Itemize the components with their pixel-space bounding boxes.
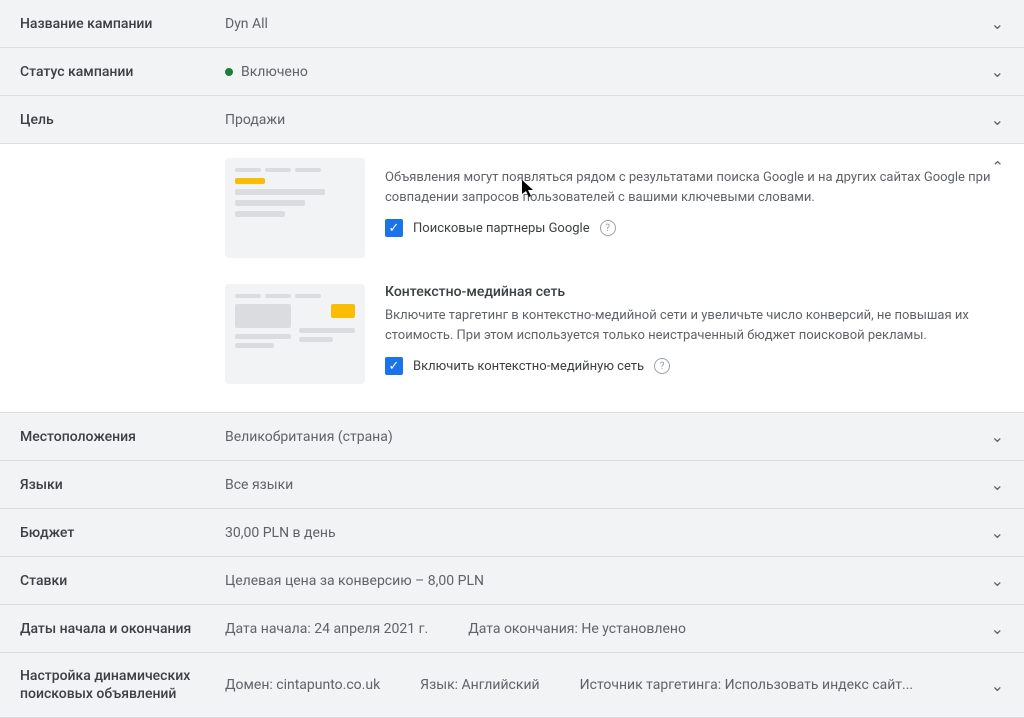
label-bidding: Ставки — [20, 573, 225, 589]
checkbox-display-network[interactable]: ✓ — [385, 357, 403, 375]
network-display-block: Контекстно-медийная сеть Включите таргет… — [20, 258, 1004, 384]
chevron-down-icon: ⌄ — [991, 523, 1004, 542]
label-campaign-name: Название кампании — [20, 16, 225, 32]
section-networks: ⌃ Объявления могут появляться рядом с ре… — [0, 144, 1024, 413]
network-search-block: Объявления могут появляться рядом с резу… — [20, 144, 1004, 258]
row-campaign-status[interactable]: Статус кампании Включено ⌄ — [0, 48, 1024, 96]
help-icon[interactable]: ? — [600, 220, 616, 236]
label-locations: Местоположения — [20, 429, 225, 445]
chevron-down-icon: ⌄ — [991, 676, 1004, 695]
display-network-title: Контекстно-медийная сеть — [385, 284, 1004, 300]
start-date: Дата начала: 24 апреля 2021 г. — [225, 621, 428, 637]
chevron-down-icon: ⌄ — [991, 475, 1004, 494]
row-dates[interactable]: Даты начала и окончания Дата начала: 24 … — [0, 605, 1024, 653]
chevron-down-icon: ⌄ — [991, 62, 1004, 81]
end-date: Дата окончания: Не установлено — [468, 621, 686, 637]
dsa-targeting-source: Источник таргетинга: Использовать индекс… — [580, 677, 913, 693]
value-budget: 30,00 PLN в день — [225, 525, 991, 541]
label-campaign-status: Статус кампании — [20, 64, 225, 80]
chevron-down-icon: ⌄ — [991, 427, 1004, 446]
row-languages[interactable]: Языки Все языки ⌄ — [0, 461, 1024, 509]
search-network-title — [385, 158, 1004, 162]
row-bidding[interactable]: Ставки Целевая цена за конверсию – 8,00 … — [0, 557, 1024, 605]
label-networks — [20, 158, 225, 164]
search-network-description: Объявления могут появляться рядом с резу… — [385, 168, 1004, 207]
label-dsa: Настройка динамических поисковых объявле… — [20, 667, 225, 703]
chevron-down-icon: ⌄ — [991, 571, 1004, 590]
chevron-down-icon: ⌄ — [991, 14, 1004, 33]
dsa-language: Язык: Английский — [420, 677, 539, 693]
value-campaign-status: Включено — [225, 64, 991, 80]
checkbox-search-partners-label: Поисковые партнеры Google — [413, 221, 590, 236]
value-bidding: Целевая цена за конверсию – 8,00 PLN — [225, 573, 991, 589]
chevron-up-icon[interactable]: ⌃ — [991, 158, 1004, 176]
checkbox-search-partners[interactable]: ✓ — [385, 219, 403, 237]
chevron-down-icon: ⌄ — [991, 619, 1004, 638]
value-locations: Великобритания (страна) — [225, 429, 991, 445]
label-budget: Бюджет — [20, 525, 225, 541]
search-network-thumbnail — [225, 158, 365, 258]
checkbox-display-network-label: Включить контекстно-медийную сеть — [413, 359, 644, 374]
chevron-down-icon: ⌄ — [991, 110, 1004, 129]
value-languages: Все языки — [225, 477, 991, 493]
value-dsa: Домен: cintapunto.co.uk Язык: Английский… — [225, 677, 991, 693]
row-goal[interactable]: Цель Продажи ⌄ — [0, 96, 1024, 144]
dsa-domain: Домен: cintapunto.co.uk — [225, 677, 380, 693]
label-languages: Языки — [20, 477, 225, 493]
row-budget[interactable]: Бюджет 30,00 PLN в день ⌄ — [0, 509, 1024, 557]
row-campaign-name[interactable]: Название кампании Dyn All ⌄ — [0, 0, 1024, 48]
label-goal: Цель — [20, 112, 225, 128]
status-enabled-dot — [225, 68, 233, 76]
display-network-description: Включите таргетинг в контекстно-медийной… — [385, 306, 1004, 345]
display-network-thumbnail — [225, 284, 365, 384]
row-dsa-settings[interactable]: Настройка динамических поисковых объявле… — [0, 653, 1024, 718]
value-dates: Дата начала: 24 апреля 2021 г. Дата окон… — [225, 621, 991, 637]
label-dates: Даты начала и окончания — [20, 621, 225, 637]
value-campaign-name: Dyn All — [225, 16, 991, 32]
value-goal: Продажи — [225, 112, 991, 128]
row-locations[interactable]: Местоположения Великобритания (страна) ⌄ — [0, 413, 1024, 461]
help-icon[interactable]: ? — [654, 358, 670, 374]
